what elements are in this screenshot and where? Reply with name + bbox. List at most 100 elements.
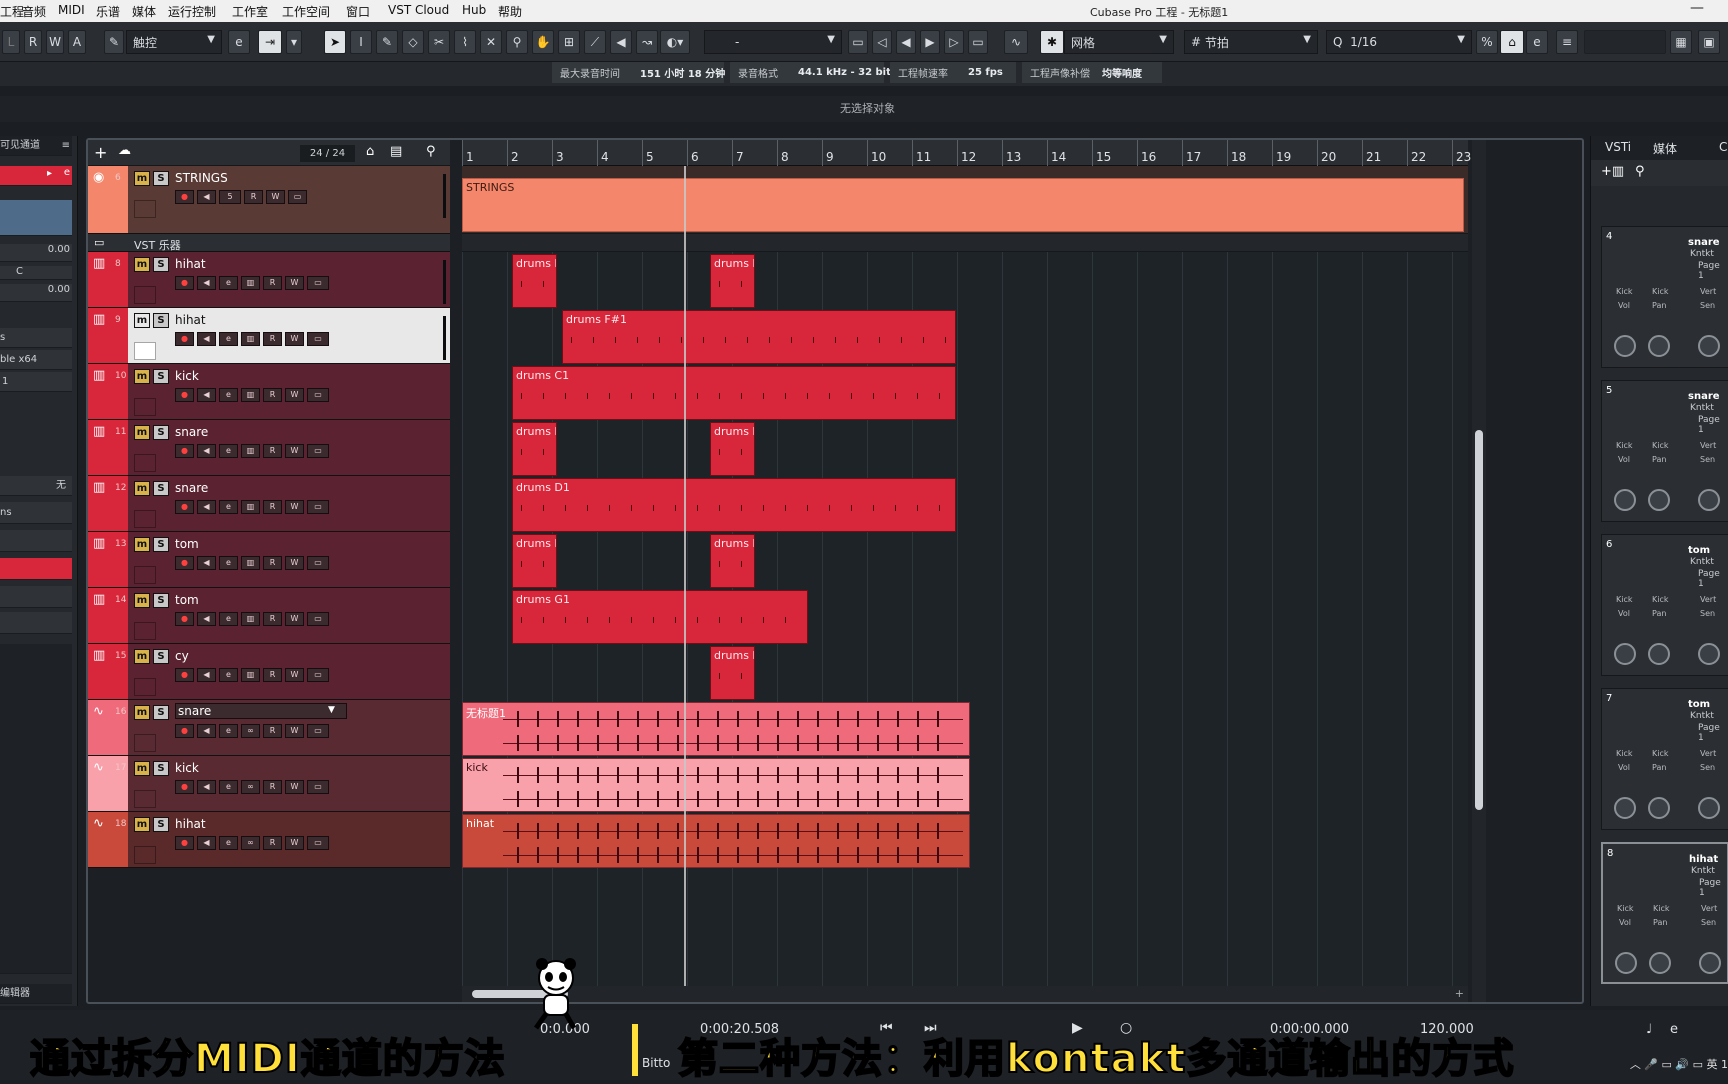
mute-button[interactable]: m: [134, 817, 150, 832]
edit-channel-icon[interactable]: ▭: [307, 836, 329, 850]
clip-strings[interactable]: STRINGS: [462, 178, 1464, 232]
solo-button[interactable]: S: [153, 481, 169, 496]
track-name[interactable]: hihat: [175, 313, 206, 327]
read-automation-button[interactable]: R: [263, 500, 282, 514]
visibility-icon[interactable]: ⌂: [366, 144, 374, 159]
track-name[interactable]: hihat: [175, 817, 206, 831]
quick-control-knob[interactable]: [1614, 335, 1636, 357]
solo-button[interactable]: S: [153, 705, 169, 720]
inspector-delay[interactable]: 0.00: [0, 284, 72, 302]
menu-item-transport[interactable]: 运行控制: [168, 3, 216, 20]
inspector-channel[interactable]: 1: [0, 372, 72, 392]
menu-item-midi[interactable]: MIDI: [58, 3, 85, 17]
clip-hihat-2[interactable]: drums F#1: [562, 310, 956, 364]
frame-rate[interactable]: 工程帧速率 25 fps: [890, 62, 1016, 83]
chevron-down-icon[interactable]: ▼: [328, 705, 335, 715]
rack-slot-8[interactable]: 8 hihat Kntkt Page 1 Kick Kick Vert Vol Pan Sen: [1601, 842, 1728, 984]
clip-snare-1a[interactable]: drums D: [512, 422, 557, 476]
vertical-scrollbar[interactable]: [1472, 140, 1486, 1002]
track-name[interactable]: kick: [175, 761, 199, 775]
menu-item-audio[interactable]: 音频: [22, 3, 46, 20]
solo-button[interactable]: S: [153, 817, 169, 832]
mode-r-button[interactable]: R: [24, 30, 42, 54]
solo-button[interactable]: S: [153, 649, 169, 664]
track-selector[interactable]: - ▼: [704, 30, 842, 54]
read-automation-button[interactable]: R: [263, 836, 282, 850]
snap-type-select[interactable]: 网格 ▼: [1064, 30, 1174, 54]
solo-button[interactable]: S: [153, 425, 169, 440]
record-enable-icon[interactable]: ●: [175, 556, 194, 570]
write-automation-button[interactable]: W: [285, 388, 304, 402]
inspector-none-select[interactable]: 无: [0, 476, 72, 496]
record-format[interactable]: 录音格式 44.1 kHz - 32 bit: [730, 62, 891, 83]
nav-prev-icon[interactable]: ◁: [872, 30, 892, 54]
nav-next-icon[interactable]: ▷: [944, 30, 964, 54]
nav-right-icon[interactable]: ▶: [920, 30, 940, 54]
edit-icon[interactable]: e: [219, 780, 238, 794]
rack-slot-6[interactable]: 6 tom Kntkt Page 1 Kick Kick Vert Vol Pan Sen: [1601, 534, 1728, 676]
clip-snare-2[interactable]: drums D1: [512, 478, 956, 532]
edit-icon[interactable]: e: [219, 836, 238, 850]
midi-editor-icon[interactable]: ▥: [241, 444, 260, 458]
edit-instrument-icon[interactable]: ▭: [307, 668, 329, 682]
line-tool-icon[interactable]: ⟋: [584, 30, 606, 54]
inspector-track-name[interactable]: ▸ e: [0, 166, 72, 186]
write-automation-button[interactable]: W: [285, 780, 304, 794]
solo-button[interactable]: S: [153, 761, 169, 776]
erase-tool-icon[interactable]: ◇: [402, 30, 424, 54]
iterative-quantize-icon[interactable]: %: [1476, 30, 1498, 54]
mode-w-button[interactable]: W: [46, 30, 64, 54]
clip-kick[interactable]: drums C1: [512, 366, 956, 420]
horizontal-scrollbar[interactable]: +: [462, 986, 1468, 1002]
clip-tom-1b[interactable]: drums B: [710, 534, 755, 588]
add-instrument-icon[interactable]: +▥: [1601, 164, 1624, 179]
mute-tool-icon[interactable]: ✕: [480, 30, 502, 54]
event-display[interactable]: STRINGS drums F# drums F# drums F#1 drum…: [462, 166, 1468, 986]
quick-control-knob[interactable]: [1615, 952, 1637, 974]
track-tom-2[interactable]: ▥ 14 m Stom ● ◀ e ▥ R W ▭: [88, 588, 450, 644]
write-automation-button[interactable]: W: [285, 500, 304, 514]
mute-button[interactable]: m: [134, 761, 150, 776]
play-tool-icon[interactable]: ◀: [610, 30, 632, 54]
inspector-sends[interactable]: [0, 586, 72, 608]
edit-instrument-icon[interactable]: ▭: [288, 190, 307, 204]
track-name[interactable]: hihat: [175, 257, 206, 271]
audio-clip-hihat[interactable]: hihat: [462, 814, 970, 868]
read-automation-button[interactable]: R: [263, 612, 282, 626]
write-automation-button[interactable]: W: [285, 276, 304, 290]
grid-type-select[interactable]: # 节拍 ▼: [1184, 30, 1318, 54]
midi-editor-icon[interactable]: ▥: [241, 388, 260, 402]
monitor-icon[interactable]: ◀: [197, 724, 216, 738]
midi-editor-icon[interactable]: ▥: [241, 556, 260, 570]
inspector-routing[interactable]: [0, 200, 72, 236]
menu-item-help[interactable]: 帮助: [498, 3, 522, 20]
mute-button[interactable]: m: [134, 313, 150, 328]
monitor-icon[interactable]: ◀: [197, 612, 216, 626]
quick-control-knob[interactable]: [1698, 797, 1720, 819]
monitor-icon[interactable]: ◀: [197, 836, 216, 850]
edit-channel-icon[interactable]: ▭: [307, 724, 329, 738]
scroll-thumb[interactable]: [1475, 430, 1483, 810]
quick-control-knob[interactable]: [1614, 489, 1636, 511]
write-automation-button[interactable]: W: [285, 444, 304, 458]
track-name-field[interactable]: snare: [175, 703, 347, 719]
nav-last-icon[interactable]: ▭: [968, 30, 988, 54]
midi-editor-icon[interactable]: ▥: [241, 612, 260, 626]
mode-l-button[interactable]: L: [2, 30, 20, 54]
tab-cr[interactable]: C: [1719, 140, 1727, 154]
track-list-icon[interactable]: ▤: [390, 144, 402, 159]
record-enable-icon[interactable]: ●: [175, 332, 194, 346]
edit-icon[interactable]: e: [219, 668, 238, 682]
folder-track[interactable]: ▭ VST 乐器: [88, 234, 450, 252]
inspector-eq[interactable]: [0, 530, 72, 552]
menu-item-hub[interactable]: Hub: [462, 3, 486, 17]
timeline-ruler[interactable]: 1 2 3 4 5 6 7 8 9 10 11 12 13 14 15 16 17 18 19 20 21 22 23: [462, 140, 1471, 166]
read-automation-button[interactable]: R: [263, 668, 282, 682]
project-cursor[interactable]: [684, 166, 686, 986]
menu-item-media[interactable]: 媒体: [132, 3, 156, 20]
quick-control-knob[interactable]: [1648, 489, 1670, 511]
solo-button[interactable]: S: [153, 537, 169, 552]
edit-instrument-icon[interactable]: ▭: [307, 612, 329, 626]
record-enable-icon[interactable]: ●: [175, 388, 194, 402]
edit-icon[interactable]: e: [219, 612, 238, 626]
